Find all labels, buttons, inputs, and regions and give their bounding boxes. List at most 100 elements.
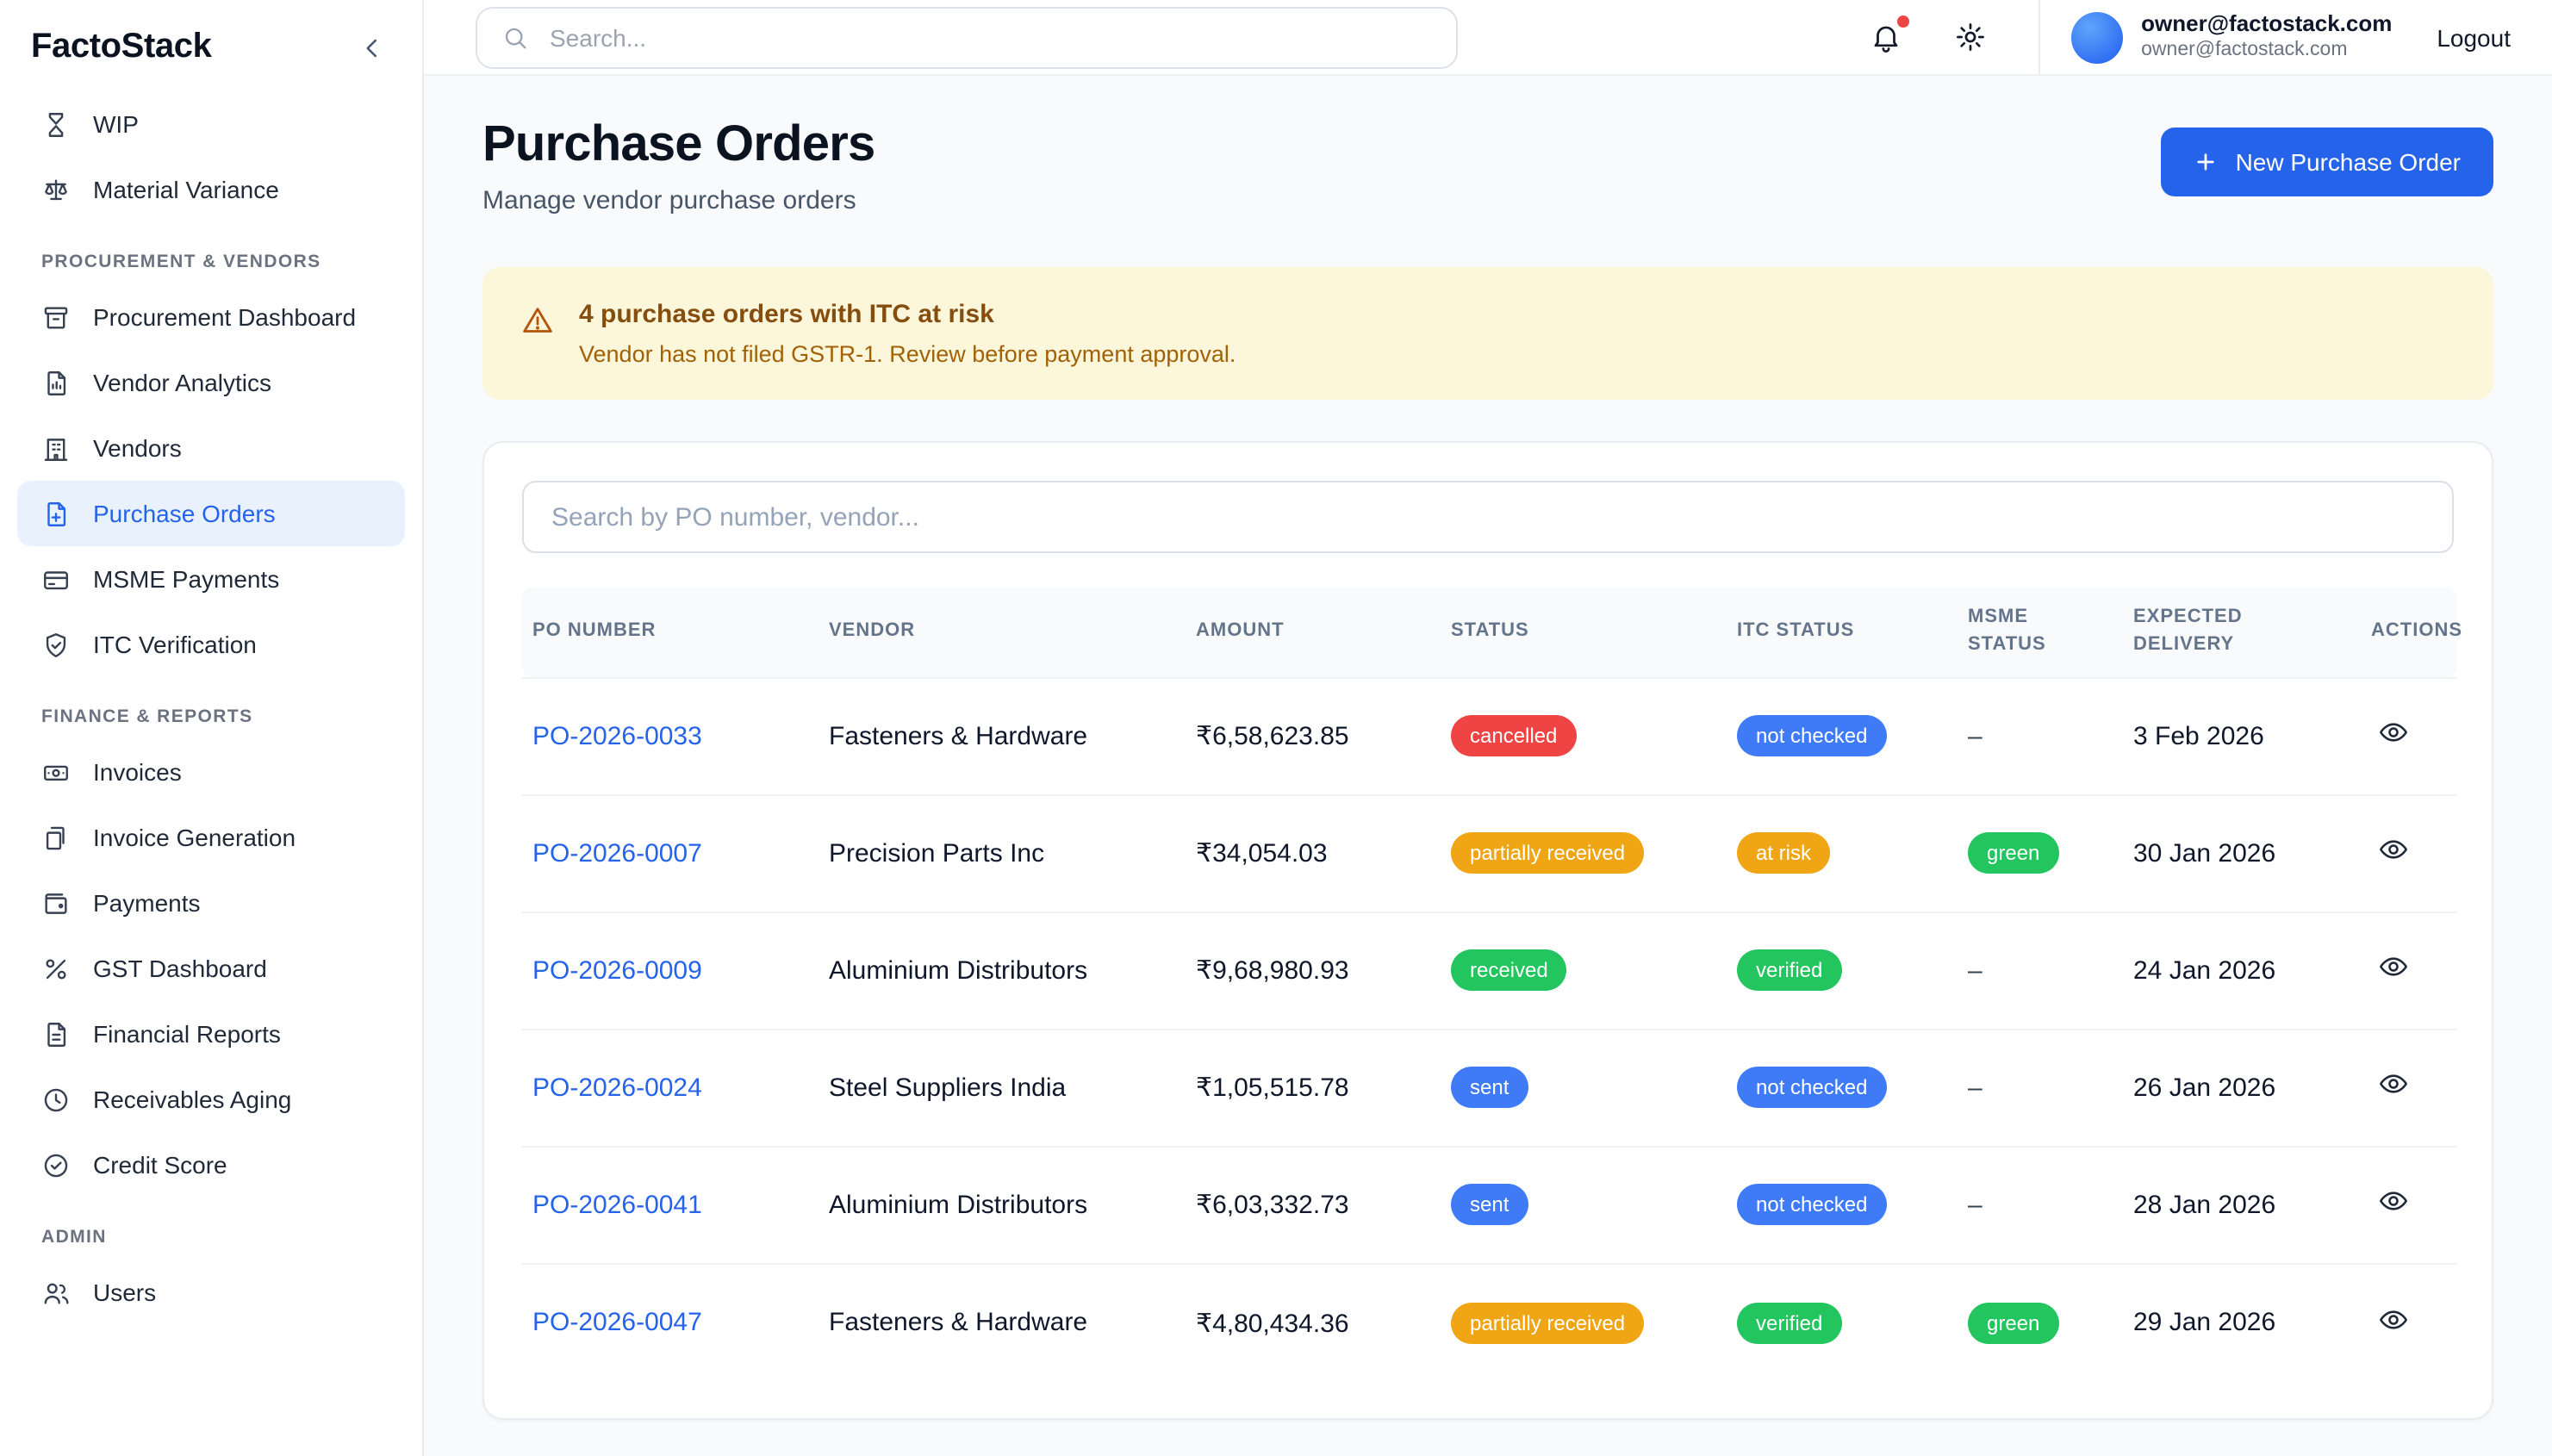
view-icon[interactable]	[2371, 1069, 2409, 1100]
sidebar-item-credit-score[interactable]: Credit Score	[17, 1132, 405, 1198]
msme-status-badge: –	[1968, 956, 1982, 986]
document-stack-icon	[41, 823, 71, 852]
sidebar-item-gst-dashboard[interactable]: GST Dashboard	[17, 936, 405, 1001]
po-number-link[interactable]: PO-2026-0047	[532, 1308, 702, 1337]
view-icon[interactable]	[2371, 835, 2409, 866]
sidebar-collapse-button[interactable]	[357, 32, 388, 63]
notification-dot	[1896, 16, 1908, 28]
po-number-link[interactable]: PO-2026-0024	[532, 1073, 702, 1103]
app-logo: FactoStack	[31, 28, 211, 67]
logout-button[interactable]: Logout	[2437, 23, 2528, 51]
scale-icon	[41, 175, 71, 204]
view-icon[interactable]	[2371, 1186, 2409, 1217]
alert-message: Vendor has not filed GSTR-1. Review befo…	[579, 341, 1236, 367]
amount-cell: ₹6,03,332.73	[1179, 1147, 1434, 1264]
table-row: PO-2026-0041Aluminium Distributors₹6,03,…	[522, 1147, 2457, 1264]
vendor-cell: Fasteners & Hardware	[812, 1264, 1179, 1381]
po-number-link[interactable]: PO-2026-0041	[532, 1191, 702, 1220]
search-icon	[501, 23, 529, 51]
page-title: Purchase Orders	[482, 117, 875, 174]
view-icon[interactable]	[2371, 1304, 2409, 1335]
sidebar-item-itc-verification[interactable]: ITC Verification	[17, 612, 405, 677]
table-row: PO-2026-0009 Aluminium Distributors₹9,68,…	[522, 912, 2457, 1030]
page-content: Purchase Orders Manage vendor purchase o…	[424, 76, 2552, 1456]
settings-button[interactable]	[1953, 21, 1986, 53]
sidebar-item-label: WIP	[93, 112, 139, 136]
sidebar-item-label: MSME Payments	[93, 567, 279, 591]
column-header: MSME STATUS	[1951, 588, 2116, 678]
wallet-icon	[41, 888, 71, 918]
delivery-cell: 24 Jan 2026	[2116, 912, 2354, 1030]
document-text-icon	[41, 1019, 71, 1048]
sidebar-item-invoice-generation[interactable]: Invoice Generation	[17, 805, 405, 870]
badge-check-icon	[41, 1150, 71, 1179]
table-header-row: PO NUMBERVENDORAMOUNTSTATUSITC STATUSMSM…	[522, 588, 2457, 678]
table-row: PO-2026-0024Steel Suppliers India₹1,05,5…	[522, 1030, 2457, 1147]
table-row: PO-2026-0033Fasteners & Hardware₹6,58,62…	[522, 678, 2457, 795]
view-icon[interactable]	[2371, 718, 2409, 749]
sidebar-item-procurement-dashboard[interactable]: Procurement Dashboard	[17, 284, 405, 350]
sidebar-item-label: ITC Verification	[93, 632, 257, 656]
global-search-input[interactable]	[546, 22, 1432, 53]
column-header: AMOUNT	[1179, 588, 1434, 678]
sidebar-header: FactoStack	[0, 0, 422, 84]
po-number-link[interactable]: PO-2026-0009	[532, 956, 702, 986]
sidebar-item-wip[interactable]: WIP	[17, 91, 405, 157]
sidebar-item-invoices[interactable]: Invoices	[17, 739, 405, 805]
notifications-button[interactable]	[1869, 21, 1902, 53]
itc-status-badge: not checked	[1737, 716, 1886, 757]
column-header: ACTIONS	[2354, 588, 2457, 678]
sidebar-item-users[interactable]: Users	[17, 1260, 405, 1325]
amount-cell: ₹1,05,515.78	[1179, 1030, 1434, 1147]
new-purchase-order-button[interactable]: New Purchase Order	[2162, 128, 2493, 196]
msme-status-badge: –	[1968, 1191, 1982, 1220]
sidebar-item-label: Financial Reports	[93, 1022, 281, 1046]
sidebar-item-vendors[interactable]: Vendors	[17, 415, 405, 481]
sidebar-section-title: PROCUREMENT & VENDORS	[17, 222, 405, 284]
sidebar-item-financial-reports[interactable]: Financial Reports	[17, 1001, 405, 1067]
bell-icon	[1869, 21, 1902, 53]
alert-title: 4 purchase orders with ITC at risk	[579, 300, 1236, 329]
po-number-link[interactable]: PO-2026-0007	[532, 839, 702, 868]
po-search	[522, 481, 2454, 553]
msme-status-badge: –	[1968, 1073, 1982, 1103]
sidebar-section-title: ADMIN	[17, 1198, 405, 1260]
itc-status-badge: not checked	[1737, 1067, 1886, 1109]
sidebar-item-label: Receivables Aging	[93, 1087, 291, 1111]
sidebar-item-receivables-aging[interactable]: Receivables Aging	[17, 1067, 405, 1132]
global-search[interactable]	[476, 6, 1458, 68]
topbar: owner@factostack.com owner@factostack.co…	[424, 0, 2552, 76]
sidebar-item-vendor-analytics[interactable]: Vendor Analytics	[17, 350, 405, 415]
delivery-cell: 30 Jan 2026	[2116, 795, 2354, 912]
vendor-cell: Aluminium Distributors	[812, 912, 1179, 1030]
sidebar-item-label: Invoice Generation	[93, 825, 296, 849]
status-badge: partially received	[1451, 1302, 1644, 1343]
new-purchase-order-label: New Purchase Order	[2236, 148, 2461, 176]
sidebar-item-material-variance[interactable]: Material Variance	[17, 157, 405, 222]
purchase-orders-table: PO NUMBERVENDORAMOUNTSTATUSITC STATUSMSM…	[522, 588, 2457, 1381]
table-body: PO-2026-0033Fasteners & Hardware₹6,58,62…	[522, 678, 2457, 1381]
hourglass-icon	[41, 109, 71, 139]
sidebar-item-label: GST Dashboard	[93, 956, 267, 980]
status-badge: cancelled	[1451, 716, 1576, 757]
po-search-input[interactable]	[522, 481, 2454, 553]
vendor-cell: Precision Parts Inc	[812, 795, 1179, 912]
app-window: FactoStack WIP Material VariancePROCUREME…	[0, 0, 2552, 1456]
amount-cell: ₹9,68,980.93	[1179, 912, 1434, 1030]
msme-status-badge: green	[1968, 1302, 2058, 1343]
sidebar-item-label: Purchase Orders	[93, 501, 276, 526]
delivery-cell: 29 Jan 2026	[2116, 1264, 2354, 1381]
column-header: PO NUMBER	[522, 588, 812, 678]
status-badge: sent	[1451, 1067, 1528, 1109]
sidebar-nav: WIP Material VariancePROCUREMENT & VENDOR…	[0, 84, 422, 1332]
amount-cell: ₹34,054.03	[1179, 795, 1434, 912]
sidebar-item-purchase-orders[interactable]: Purchase Orders	[17, 481, 405, 546]
sidebar-item-msme-payments[interactable]: MSME Payments	[17, 546, 405, 612]
view-icon[interactable]	[2371, 952, 2409, 983]
avatar[interactable]	[2070, 11, 2122, 63]
sidebar-item-label: Procurement Dashboard	[93, 305, 356, 329]
table-row: PO-2026-0007 Precision Parts Inc₹34,054.0…	[522, 795, 2457, 912]
sidebar-item-payments[interactable]: Payments	[17, 870, 405, 936]
percent-icon	[41, 954, 71, 983]
po-number-link[interactable]: PO-2026-0033	[532, 722, 702, 751]
